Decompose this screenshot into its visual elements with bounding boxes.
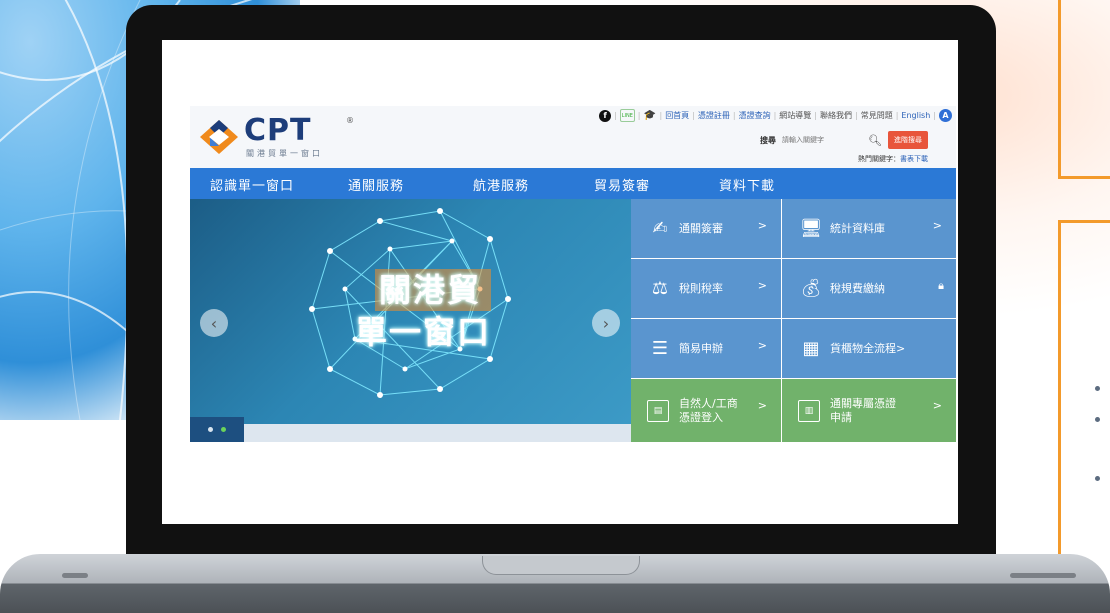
search-bar: 搜尋 🔍︎ 進階搜尋 (760, 131, 928, 149)
payment-icon: 💰︎ (799, 278, 823, 299)
link-english[interactable]: English (901, 111, 930, 120)
facebook-icon[interactable]: f (599, 109, 612, 122)
tile-tariff[interactable]: ⚖ 稅則稅率 > (631, 259, 781, 318)
nav-item-about[interactable]: 認識單一窗口 (210, 175, 294, 194)
carousel-next-arrow-icon[interactable]: › (592, 309, 620, 337)
tile-fee-payment[interactable]: 💰︎ 稅規費繳納 🔒︎ (782, 259, 956, 318)
hero-carousel[interactable]: 關港貿 單一窗口 ‹ › (190, 199, 631, 442)
tile-cert-apply[interactable]: ▥ 通關專屬憑證 申請 > (782, 379, 956, 442)
tile-statistics-db[interactable]: 🖥︎ 統計資料庫 > (782, 199, 956, 258)
laptop-port-left (62, 573, 88, 578)
site-header: CPT ® 關港貿單一窗口 f | LINE | 🎓 | 回首頁 | 憑證註冊 … (190, 106, 956, 168)
link-contact[interactable]: 聯絡我們 (820, 110, 852, 121)
tile-label: 自然人/工商 憑證登入 (679, 396, 738, 424)
site-logo[interactable]: CPT ® 關港貿單一窗口 (200, 113, 354, 158)
tile-label: 通關專屬憑證 申請 (830, 396, 896, 424)
accessibility-icon[interactable]: A (939, 109, 952, 122)
tile-label: 通關簽審 (679, 221, 723, 235)
search-icon[interactable]: 🔍︎ (868, 134, 882, 147)
hero-caption-line1: 關港貿 (375, 269, 492, 311)
hot-keywords-label: 熱門關鍵字： (858, 155, 900, 163)
scale-icon: ⚖ (651, 278, 669, 299)
decorative-dot (1095, 417, 1100, 422)
hot-keywords: 熱門關鍵字：書表下載 (858, 154, 928, 164)
line-icon[interactable]: LINE (619, 109, 635, 122)
logo-subtitle: 關港貿單一窗口 (246, 149, 323, 158)
carousel-prev-arrow-icon[interactable]: ‹ (200, 309, 228, 337)
logo-registered-mark: ® (346, 116, 354, 125)
logo-diamond-icon (200, 120, 238, 154)
list-icon: ☰ (651, 338, 669, 359)
decorative-frame-top (1058, 0, 1110, 179)
decorative-frame-bottom (1058, 220, 1110, 583)
chevron-right-icon: > (757, 219, 767, 232)
hot-keyword-link[interactable]: 書表下載 (900, 155, 928, 163)
tile-clearance-review[interactable]: ✍ 通關簽審 > (631, 199, 781, 258)
carousel-dot[interactable] (208, 427, 213, 432)
link-faq[interactable]: 常見問題 (861, 110, 893, 121)
chevron-right-icon: > (932, 219, 942, 232)
carousel-indicators (190, 417, 244, 442)
search-input[interactable] (782, 133, 863, 147)
laptop-port-right (1010, 573, 1076, 578)
tile-label: 統計資料庫 (830, 221, 885, 235)
tile-cert-login[interactable]: ▤ 自然人/工商 憑證登入 > (631, 379, 781, 442)
tile-label: 稅則稅率 (679, 281, 723, 295)
nav-item-customs[interactable]: 通關服務 (348, 175, 404, 194)
hero-bottom-strip (244, 424, 631, 442)
hero-caption: 關港貿 單一窗口 (355, 269, 492, 353)
hero-caption-line2: 單一窗口 (355, 313, 492, 351)
link-cert-query[interactable]: 憑證查詢 (739, 110, 771, 121)
nav-item-download[interactable]: 資料下載 (719, 175, 775, 194)
tile-simple-application[interactable]: ☰ 簡易申辦 > (631, 319, 781, 378)
website: CPT ® 關港貿單一窗口 f | LINE | 🎓 | 回首頁 | 憑證註冊 … (190, 106, 956, 442)
advanced-search-button[interactable]: 進階搜尋 (888, 131, 928, 149)
chevron-right-icon: > (757, 279, 767, 292)
link-sitemap[interactable]: 網站導覽 (779, 110, 811, 121)
nav-item-port[interactable]: 航港服務 (473, 175, 529, 194)
decorative-dot (1095, 476, 1100, 481)
tile-label: 稅規費繳納 (830, 281, 885, 295)
tile-label: 簡易申辦 (679, 341, 723, 355)
certificate-icon: ▥ (798, 399, 820, 422)
chevron-right-icon: > (932, 399, 942, 412)
graduation-cap-icon[interactable]: 🎓 (643, 110, 656, 121)
link-home[interactable]: 回首頁 (665, 110, 689, 121)
nav-item-trade[interactable]: 貿易簽審 (594, 175, 650, 194)
edit-icon: ✍ (652, 218, 668, 239)
decorative-dot (1095, 386, 1100, 391)
laptop-screen: CPT ® 關港貿單一窗口 f | LINE | 🎓 | 回首頁 | 憑證註冊 … (162, 40, 958, 524)
chevron-right-icon: > (757, 399, 767, 412)
tile-cargo-flow[interactable]: ▦ 貨櫃物全流程> (782, 319, 956, 378)
cargo-icon: ▦ (802, 338, 820, 359)
tile-label: 貨櫃物全流程> (830, 341, 906, 355)
laptop-notch (482, 556, 640, 575)
link-cert-register[interactable]: 憑證註冊 (698, 110, 730, 121)
logo-text: CPT (244, 113, 312, 148)
service-tiles: ✍ 通關簽審 > 🖥︎ 統計資料庫 > ⚖ 稅則稅率 > 💰︎ 稅規費繳納 🔒︎… (631, 199, 956, 442)
top-links: f | LINE | 🎓 | 回首頁 | 憑證註冊 | 憑證查詢 | 網站導覽 … (599, 109, 952, 122)
carousel-dot-active[interactable] (221, 427, 226, 432)
id-card-icon: ▤ (647, 399, 669, 422)
lock-icon: 🔒︎ (938, 279, 944, 292)
monitor-icon: 🖥︎ (799, 218, 823, 239)
chevron-right-icon: > (757, 339, 767, 352)
search-label: 搜尋 (760, 135, 777, 145)
main-nav: 認識單一窗口 通關服務 航港服務 貿易簽審 資料下載 (190, 168, 956, 199)
